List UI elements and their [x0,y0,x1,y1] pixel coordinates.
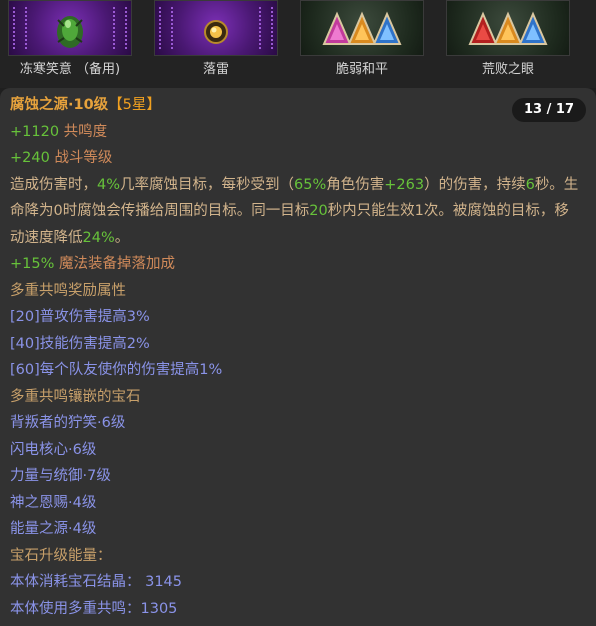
desc-value: 6 [525,176,535,193]
gem-star-rating: 【5星】 [108,97,161,113]
gem-name-level: 腐蚀之源·10级 [10,97,109,113]
gem-title: 腐蚀之源·10级【5星】 [10,92,580,119]
desc-text: 造成伤害时， [10,176,97,193]
upgrade-heading: 宝石升级能量： [10,547,112,564]
desc-text: 几率腐蚀目标，每秒受到（ [120,176,295,193]
gem-list-item: 力量与统御·7级 [10,468,111,484]
triple-triangle-gem-icon [300,0,424,56]
desc-value: 20 [309,203,328,219]
gem-slot-thunder[interactable]: 落雷 [154,0,278,88]
desc-value: 24% [82,229,115,246]
magic-drop-bonus: +15% 魔法装备掉落加成 [10,251,580,278]
gems-heading: 多重共鸣镶嵌的宝石 [10,388,141,405]
gem-slot-caption: 脆弱和平 [335,62,388,77]
desc-text: 。 [114,229,130,246]
desc-text: ）的伤害，持续 [424,176,526,193]
triple-triangle-gem-icon [446,0,570,56]
gem-list-item: 能量之源·4级 [10,521,97,537]
stat-value: +1120 [10,123,60,140]
green-beetle-gem-icon [8,0,132,56]
gem-tooltip-panel: 13 / 17 腐蚀之源·10级【5星】 +1120 共鸣度 +240 战斗等级… [0,88,596,626]
desc-text: 角色伤害 [326,176,385,193]
gem-slot-caption: 落雷 [202,62,229,77]
gem-slot-caption: 荒败之眼 [481,62,534,77]
golden-orb-gem-icon [154,0,278,56]
gem-list-item: 背叛者的狞笑·6级 [10,415,126,431]
stat-label: 共鸣度 [63,123,108,140]
gem-effect-description: 造成伤害时，4%几率腐蚀目标，每秒受到（65%角色伤害+263）的伤害，持续6秒… [10,172,580,252]
desc-value: 65% [294,176,327,193]
gem-slot-desolate-eye[interactable]: 荒败之眼 [446,0,570,88]
stat-label: 魔法装备掉落加成 [59,256,175,272]
stat-value: +15% [10,256,55,272]
stat-resonance: +1120 共鸣度 [10,119,580,146]
upgrade-line: 本体消耗宝石结晶： 3145 [10,574,183,590]
stat-combat-level: +240 战斗等级 [10,145,580,172]
gem-list-item: 闪电核心·6级 [10,441,97,458]
reward-line: [20]普攻伤害提高3% [10,309,150,325]
upgrade-line: 本体使用多重共鸣：1305 [10,600,178,617]
desc-value: +263 [384,176,425,193]
stat-label: 战斗等级 [54,150,113,166]
gem-slot-bar: 冻寒笑意 （备用) 落雷 脆弱和平 荒败之眼 [0,0,596,88]
gem-slot-caption: 冻寒笑意 （备用) [19,62,121,77]
gem-slot-fragile-peace[interactable]: 脆弱和平 [300,0,424,88]
reward-line: [40]技能伤害提高2% [10,335,150,352]
gem-list-item: 神之恩赐·4级 [10,494,97,511]
stat-value: +240 [10,150,50,166]
reward-heading: 多重共鸣奖励属性 [10,282,126,299]
desc-value: 4% [97,176,121,193]
gem-slot-frost-smile[interactable]: 冻寒笑意 （备用) [8,0,132,88]
reward-line: [60]每个队友使你的伤害提高1% [10,362,223,378]
